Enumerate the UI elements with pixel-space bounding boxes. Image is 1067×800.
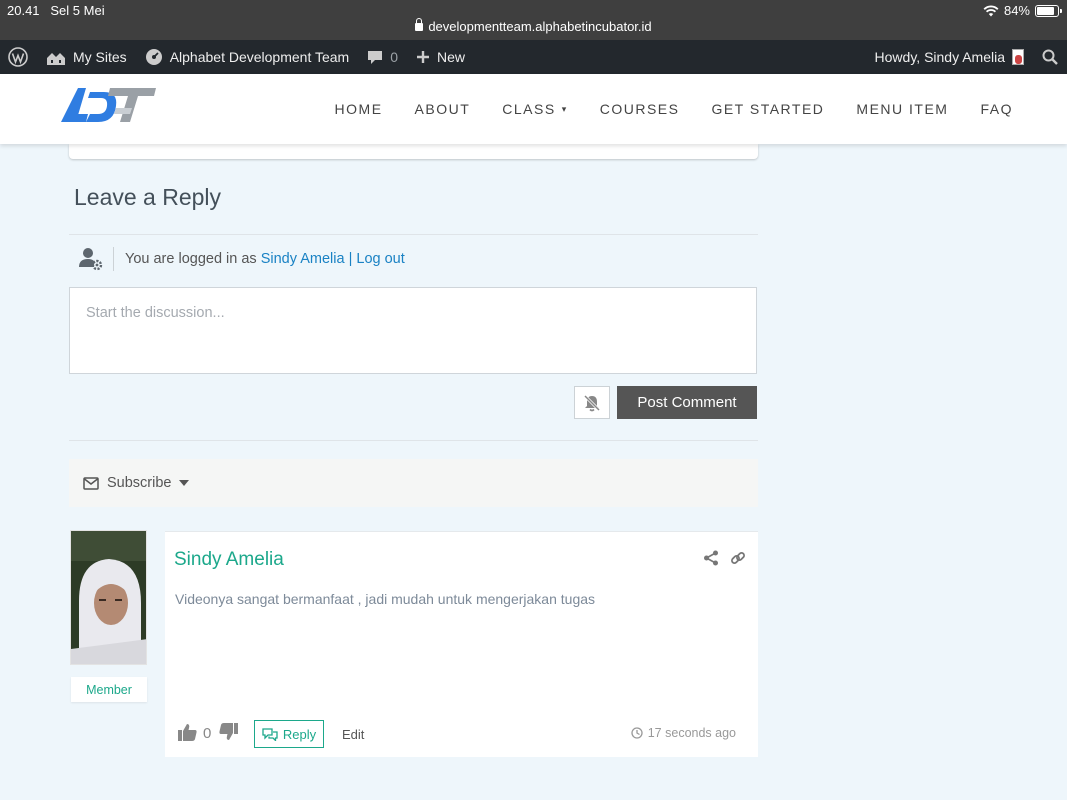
nav-class-label: CLASS (502, 101, 556, 117)
site-header: HOME ABOUT CLASS ▾ COURSES GET STARTED M… (0, 74, 1067, 144)
search-icon (1042, 49, 1058, 65)
comments-menu[interactable]: 0 (358, 40, 407, 74)
url-text: developmentteam.alphabetincubator.id (428, 19, 652, 34)
nav-class[interactable]: CLASS ▾ (486, 101, 583, 117)
post-comment-button[interactable]: Post Comment (617, 386, 757, 419)
edit-comment-link[interactable]: Edit (342, 727, 364, 742)
envelope-icon (83, 476, 99, 490)
caret-down-icon (179, 480, 190, 486)
plus-icon (417, 51, 430, 63)
dashboard-icon (145, 49, 162, 65)
comment-time-text: 17 seconds ago (647, 726, 736, 740)
comment-card: Sindy Amelia Videonya sangat bermanfaat … (165, 531, 758, 757)
reply-label: Reply (282, 726, 317, 742)
divider (69, 234, 758, 235)
nav-faq[interactable]: FAQ (964, 101, 1029, 117)
sites-icon (47, 49, 65, 65)
reply-button[interactable]: Reply (254, 720, 324, 748)
comment-author-link[interactable]: Sindy Amelia (174, 549, 284, 571)
vote-count: 0 (203, 725, 212, 742)
subscribe-label: Subscribe (107, 475, 172, 491)
profile-link[interactable]: Sindy Amelia (261, 251, 345, 267)
my-sites-label: My Sites (73, 49, 127, 65)
caret-down-icon: ▾ (561, 103, 568, 114)
browser-status-bar: 20.41 Sel 5 Mei developmentteam.alphabet… (0, 0, 1067, 40)
nav-menu-item[interactable]: MENU ITEM (840, 101, 964, 117)
status-indicators: 84% (983, 3, 1062, 18)
comments-count: 0 (390, 49, 399, 65)
new-content-menu[interactable]: New (407, 40, 474, 74)
site-name-menu[interactable]: Alphabet Development Team (136, 40, 359, 74)
lock-icon (415, 18, 424, 31)
new-label: New (437, 49, 466, 65)
logout-link[interactable]: Log out (356, 251, 404, 267)
separator (113, 247, 114, 271)
share-icon[interactable] (703, 550, 719, 566)
bell-off-icon (583, 394, 601, 411)
wordpress-logo-button[interactable] (0, 40, 37, 74)
divider (69, 440, 758, 441)
thumbs-down-icon[interactable] (219, 723, 238, 741)
logged-in-prefix: You are logged in as (125, 251, 257, 267)
account-avatar (1012, 49, 1024, 65)
clock-time: 20.41 (7, 3, 40, 18)
address-bar[interactable]: developmentteam.alphabetincubator.id (0, 18, 1067, 34)
clock-date: Sel 5 Mei (50, 3, 105, 18)
nav-about[interactable]: ABOUT (399, 101, 487, 117)
site-name-label: Alphabet Development Team (169, 49, 350, 65)
wp-admin-bar: My Sites Alphabet Development Team 0 New… (0, 40, 1067, 74)
post-card-bottom (69, 144, 758, 159)
battery-percent: 84% (1003, 3, 1030, 18)
commenter-avatar (70, 530, 147, 665)
howdy-label: Howdy, Sindy Amelia (874, 49, 1005, 65)
profile-photo (71, 531, 146, 664)
nav-courses[interactable]: COURSES (584, 101, 696, 117)
site-logo[interactable] (60, 84, 156, 126)
nav-home[interactable]: HOME (319, 101, 399, 117)
comment-text: Videonya sangat bermanfaat , jadi mudah … (175, 591, 596, 607)
link-separator: | (348, 251, 353, 267)
wifi-icon (983, 5, 999, 16)
permalink-icon[interactable] (730, 550, 746, 566)
clock-icon (631, 727, 643, 739)
reply-heading: Leave a Reply (74, 184, 222, 210)
chat-bubbles-icon (262, 727, 278, 741)
battery-icon (1035, 4, 1062, 17)
comment-bubble-icon (368, 51, 383, 64)
main-navigation: HOME ABOUT CLASS ▾ COURSES GET STARTED M… (319, 74, 1029, 144)
my-sites-menu[interactable]: My Sites (37, 40, 136, 74)
status-time: 20.41 Sel 5 Mei (7, 3, 105, 18)
nav-get-started[interactable]: GET STARTED (695, 101, 840, 117)
thumbs-up-icon[interactable] (178, 723, 197, 741)
logged-in-notice: You are logged in as Sindy Amelia | Log … (78, 245, 405, 273)
notification-toggle-button[interactable] (574, 386, 610, 419)
comment-timestamp: 17 seconds ago (631, 726, 736, 740)
comment-textarea[interactable] (69, 287, 757, 374)
wordpress-icon (8, 47, 28, 67)
subscribe-dropdown[interactable]: Subscribe (69, 459, 758, 507)
member-badge: Member (71, 677, 147, 702)
account-menu[interactable]: Howdy, Sindy Amelia (866, 40, 1033, 74)
user-settings-icon (79, 248, 103, 271)
admin-search-button[interactable] (1033, 40, 1067, 74)
